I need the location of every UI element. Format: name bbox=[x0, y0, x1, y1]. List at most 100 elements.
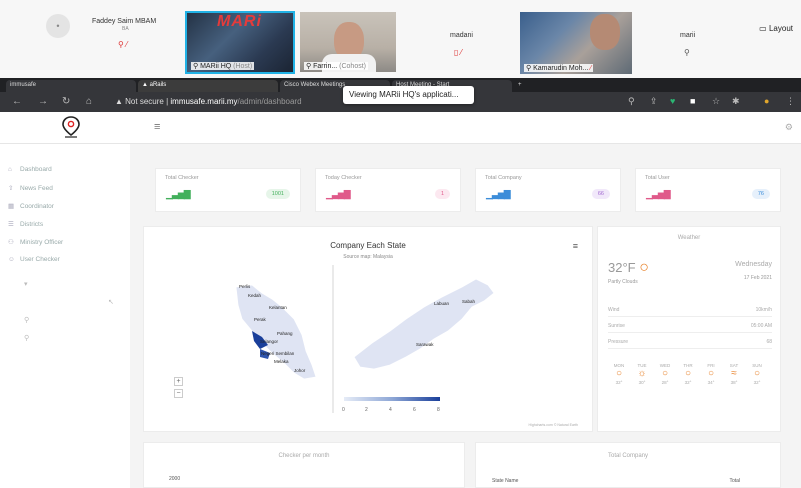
browser-tab[interactable]: immusafe bbox=[6, 80, 136, 92]
state-label: Negeri Sembilan bbox=[261, 351, 295, 356]
forecast-sun: SUN ○ 32° bbox=[746, 363, 768, 385]
shield-icon[interactable]: ♥ bbox=[670, 96, 675, 106]
search-icon[interactable]: ⚲ bbox=[628, 96, 635, 107]
state-label: Perak bbox=[254, 317, 266, 322]
filter-icon[interactable]: ▾ bbox=[24, 280, 28, 288]
borneo-region[interactable] bbox=[353, 278, 495, 370]
forward-icon[interactable]: → bbox=[38, 96, 48, 107]
puzzle-icon[interactable]: ✱ bbox=[732, 96, 740, 107]
forecast-wed: WED ○ 28° bbox=[654, 363, 676, 385]
video-tile-kamarudin[interactable]: ⚲ Kamarudin Moh... ⁄ bbox=[520, 12, 632, 74]
participant-label: ⚲ Kamarudin Moh... ⁄ bbox=[524, 64, 594, 72]
url-field[interactable]: ▲ Not secure | immusafe.marii.my/admin/d… bbox=[115, 97, 302, 106]
gear-icon[interactable]: ⚙ bbox=[785, 122, 793, 133]
y-axis-tick: 2000 bbox=[169, 476, 181, 482]
state-label: Perlis bbox=[239, 284, 251, 289]
share-icon[interactable]: ⇪ bbox=[650, 96, 658, 107]
sidebar-item-ministry-officer[interactable]: ⚇ Ministry Officer bbox=[8, 238, 63, 246]
video-tile-marii-hq[interactable]: MARi ⚲ MARii HQ (Host) bbox=[185, 11, 295, 74]
browser-tab-active[interactable]: ▲ aRails bbox=[138, 80, 278, 92]
stat-card-total-checker: Total Checker ▁▃▅▇ 1001 bbox=[155, 168, 301, 212]
mic-muted-icon: ⚲ ⁄ bbox=[118, 40, 128, 49]
stat-label: Today Checker bbox=[325, 175, 362, 181]
map-credit: Highcharts.com © Natural Earth bbox=[528, 423, 578, 427]
zoom-icon[interactable]: ⚲ bbox=[24, 334, 29, 342]
stat-card-today-checker: Today Checker ▁▃▅▇ 1 bbox=[315, 168, 461, 212]
section-title: Checker per month bbox=[278, 453, 330, 459]
weather-day: Wednesday bbox=[735, 261, 772, 268]
state-label: Sabah bbox=[462, 299, 476, 304]
layout-label: Layout bbox=[768, 24, 793, 33]
screen-sharing-banner[interactable]: Viewing MARii HQ's applicati... bbox=[343, 86, 474, 104]
participant-label: ⚲ Farrin... (Cohost) bbox=[304, 62, 368, 70]
extension-icon[interactable]: ■ bbox=[690, 96, 695, 106]
home-icon: ⌂ bbox=[8, 166, 12, 173]
malaysia-map[interactable] bbox=[144, 227, 594, 433]
zoom-out-button[interactable]: − bbox=[174, 389, 183, 398]
avatar: • bbox=[46, 14, 70, 38]
sidebar-item-label: Ministry Officer bbox=[20, 239, 64, 246]
cloud-icon: ○ bbox=[753, 368, 761, 379]
weather-condition: Partly Clouds bbox=[608, 279, 638, 285]
cursor-icon: ↖ bbox=[108, 299, 114, 306]
legend-tick: 2 bbox=[365, 407, 368, 413]
mic-icon: ⚲ bbox=[684, 48, 690, 57]
stat-badge: 1 bbox=[434, 189, 450, 199]
state-label: Pahang bbox=[277, 331, 293, 336]
section-title: Total Company bbox=[607, 453, 649, 459]
state-label: Johor bbox=[294, 368, 306, 373]
reload-icon[interactable]: ↻ bbox=[62, 96, 70, 107]
new-tab-button[interactable]: + bbox=[514, 80, 526, 92]
state-label: Kelantan bbox=[269, 305, 287, 310]
bar-chart-icon: ▁▃▅▇ bbox=[646, 189, 671, 199]
stat-card-total-company: Total Company ▁▃▅▇ 66 bbox=[475, 168, 621, 212]
participant-tile[interactable]: • Faddey Saim MBAM BA ⚲ ⁄ bbox=[30, 10, 180, 74]
search-icon[interactable]: ⚲ bbox=[24, 316, 29, 324]
stat-badge: 76 bbox=[751, 189, 770, 199]
upload-icon: ⇧ bbox=[8, 185, 14, 192]
cloud-icon: ○ bbox=[707, 368, 715, 379]
grid-icon: ▦ bbox=[8, 203, 15, 210]
forecast-fri: FRI ○ 34° bbox=[700, 363, 722, 385]
participant-name: marii bbox=[680, 32, 696, 39]
home-icon[interactable]: ⌂ bbox=[86, 96, 92, 107]
app-topbar: ≡ ⚙ bbox=[0, 112, 801, 144]
forecast-tue: TUE ☼ 30° bbox=[631, 363, 653, 385]
video-tile-farrin[interactable]: ⚲ Farrin... (Cohost) bbox=[300, 12, 396, 72]
participant-tile[interactable]: marii ⚲ bbox=[640, 10, 740, 74]
participant-tile[interactable]: madani ▯ ⁄ bbox=[410, 10, 510, 74]
cloud-icon: ○ bbox=[639, 259, 649, 276]
list-icon: ☰ bbox=[8, 221, 14, 228]
stat-label: Total Company bbox=[485, 175, 522, 181]
layout-button[interactable]: ▭ Layout bbox=[759, 24, 793, 33]
sidebar-item-dashboard[interactable]: ⌂ Dashboard bbox=[8, 166, 52, 173]
sidebar: ⌂ Dashboard ⇧ News Feed ▦ Coordinator ☰ Dist… bbox=[0, 144, 130, 488]
bar-chart-icon: ▁▃▅▇ bbox=[166, 189, 191, 199]
legend-tick: 8 bbox=[437, 407, 440, 413]
checker-per-month-card: Checker per month 2000 bbox=[143, 442, 465, 488]
weather-row-sunrise: Sunrise 05:00 AM bbox=[608, 323, 772, 333]
back-icon[interactable]: ← bbox=[12, 96, 22, 107]
marii-logo: MARi bbox=[217, 13, 262, 30]
peninsular-region[interactable] bbox=[235, 284, 317, 380]
profile-avatar-icon[interactable]: ● bbox=[764, 96, 769, 106]
zoom-in-button[interactable]: + bbox=[174, 377, 183, 386]
url-path: /admin/dashboard bbox=[237, 97, 302, 106]
sidebar-item-label: News Feed bbox=[20, 185, 53, 192]
sharing-text: Viewing MARii HQ's applicati... bbox=[349, 90, 459, 99]
hamburger-menu-icon[interactable]: ≡ bbox=[154, 121, 160, 133]
legend-tick: 6 bbox=[413, 407, 416, 413]
sidebar-item-news-feed[interactable]: ⇧ News Feed bbox=[8, 184, 53, 192]
stat-card-total-user: Total User ▁▃▅▇ 76 bbox=[635, 168, 781, 212]
sidebar-item-coordinator[interactable]: ▦ Coordinator bbox=[8, 202, 54, 210]
sidebar-item-user-checker[interactable]: ☺ User Checker bbox=[8, 256, 60, 263]
sidebar-item-districts[interactable]: ☰ Districts bbox=[8, 220, 43, 228]
sidebar-item-label: Districts bbox=[20, 221, 44, 228]
cloud-icon: ○ bbox=[615, 368, 623, 379]
sidebar-item-label: Dashboard bbox=[20, 166, 52, 173]
participant-name: Faddey Saim MBAM bbox=[92, 18, 157, 25]
total-company-table-card: Total Company State Name Total bbox=[475, 442, 781, 488]
menu-dots-icon[interactable]: ⋮ bbox=[786, 96, 795, 107]
column-header-total: Total bbox=[729, 478, 740, 484]
star-icon[interactable]: ☆ bbox=[712, 96, 720, 107]
